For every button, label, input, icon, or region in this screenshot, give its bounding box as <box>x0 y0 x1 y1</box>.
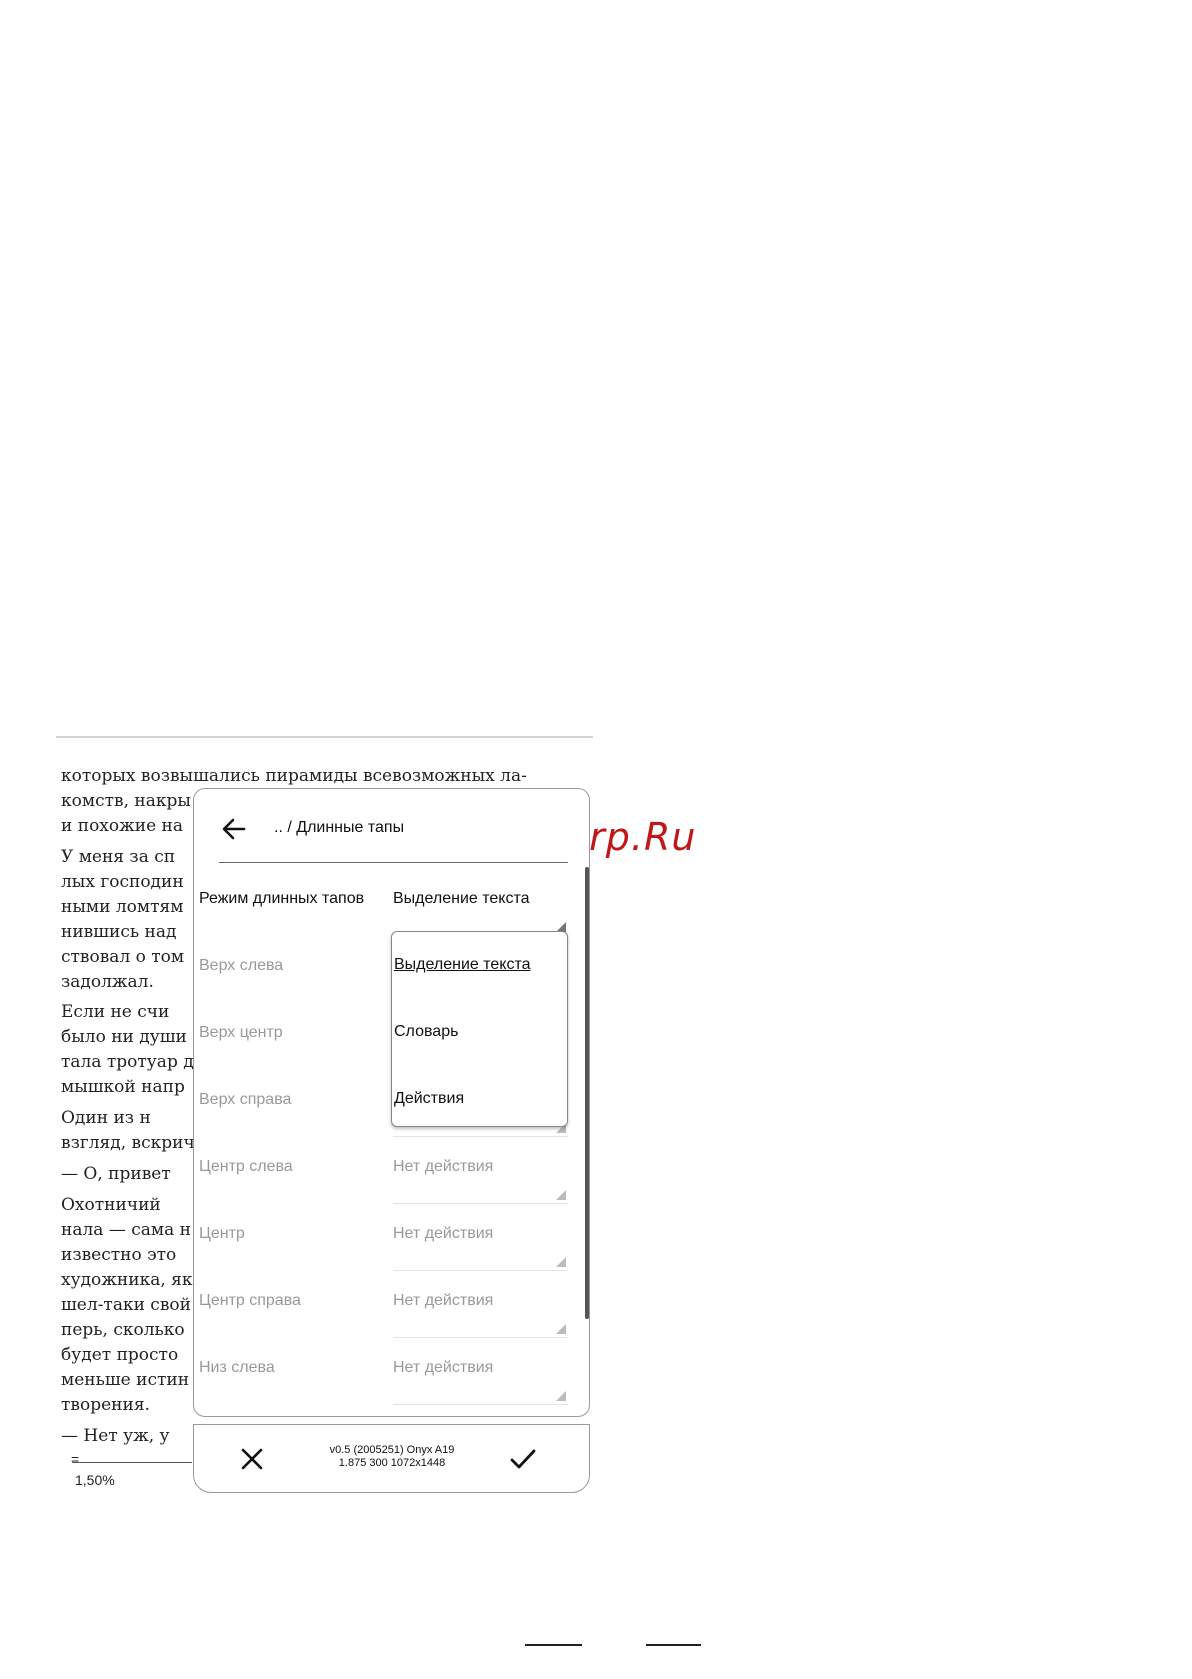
version-info: v0.5 (2005251) Onyx A19 1.875 300 1072x1… <box>294 1444 490 1470</box>
dropdown-option-actions[interactable]: Действия <box>394 1090 464 1108</box>
footer-rule-right <box>646 1644 701 1646</box>
setting-label-center-right: Центр справа <box>199 1292 301 1309</box>
progress-line <box>72 1462 192 1463</box>
book-line: которых возвышались пирамиды всевозможны… <box>61 766 527 786</box>
setting-value-bottom-left[interactable]: Нет действия <box>393 1355 568 1405</box>
cancel-button[interactable] <box>238 1445 266 1473</box>
setting-value-text: Нет действия <box>393 1158 494 1175</box>
dropdown-option-text-selection[interactable]: Выделение текста <box>394 956 531 974</box>
dropdown-corner-icon <box>556 1391 566 1401</box>
title-divider <box>219 862 568 863</box>
dialog-bottom-bar: v0.5 (2005251) Onyx A19 1.875 300 1072x1… <box>193 1424 590 1493</box>
setting-value-center-left[interactable]: Нет действия <box>393 1154 568 1204</box>
setting-label-center-left: Центр слева <box>199 1158 293 1175</box>
dialog-title: .. / Длинные тапы <box>274 819 405 836</box>
footer-rule-left <box>525 1644 582 1646</box>
setting-value-text: Нет действия <box>393 1292 494 1309</box>
setting-label-center: Центр <box>199 1225 245 1242</box>
progress-mark: = <box>71 1451 80 1467</box>
reading-progress: 1,50% <box>75 1472 115 1488</box>
setting-value-text: Выделение текста <box>393 890 530 907</box>
setting-label-top-right: Верх справа <box>199 1091 292 1108</box>
setting-value-center[interactable]: Нет действия <box>393 1221 568 1271</box>
dropdown-corner-icon <box>556 1190 566 1200</box>
setting-value-text: Нет действия <box>393 1359 494 1376</box>
dropdown-corner-icon <box>556 1324 566 1334</box>
device-info-line: 1.875 300 1072x1448 <box>338 1457 446 1469</box>
dropdown-option-dictionary[interactable]: Словарь <box>394 1023 458 1041</box>
page-top-rule <box>56 736 593 738</box>
long-tap-settings-dialog: .. / Длинные тапы Режим длинных тапов Вы… <box>193 788 590 1417</box>
setting-value-center-right[interactable]: Нет действия <box>393 1288 568 1338</box>
back-button[interactable] <box>218 813 250 845</box>
confirm-button[interactable] <box>508 1445 538 1473</box>
dropdown-corner-icon <box>556 1257 566 1267</box>
setting-label-top-center: Верх центр <box>199 1024 283 1041</box>
setting-label-top-left: Верх слева <box>199 957 284 974</box>
setting-value-long-tap-mode[interactable]: Выделение текста <box>393 886 568 936</box>
version-line: v0.5 (2005251) Onyx A19 <box>329 1444 455 1456</box>
long-tap-mode-dropdown: Выделение текста Словарь Действия <box>391 931 568 1127</box>
setting-label-bottom-left: Низ слева <box>199 1359 275 1376</box>
arrow-left-icon <box>222 818 246 840</box>
close-icon <box>241 1448 263 1470</box>
checkmark-icon <box>510 1449 536 1469</box>
scrollbar[interactable] <box>585 867 589 1319</box>
setting-label-long-tap-mode: Режим длинных тапов <box>199 890 365 907</box>
setting-value-text: Нет действия <box>393 1225 494 1242</box>
